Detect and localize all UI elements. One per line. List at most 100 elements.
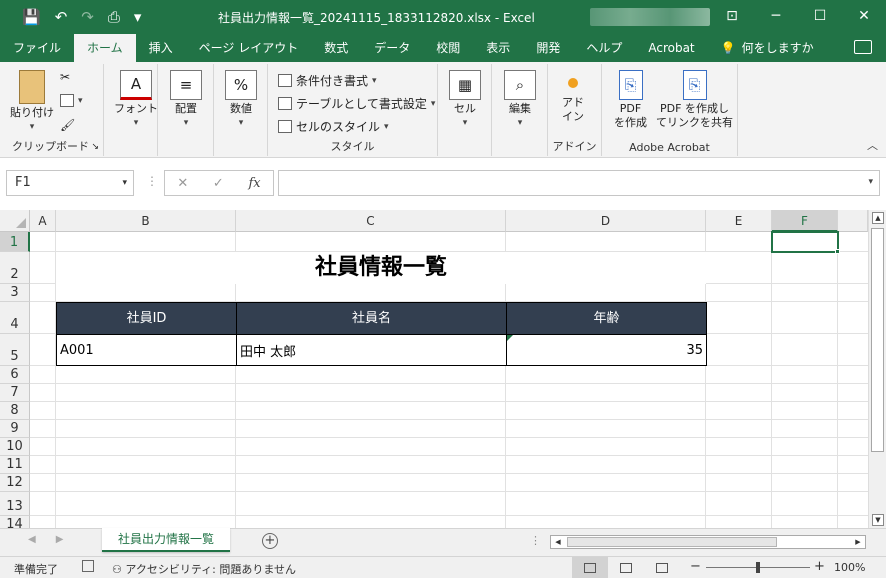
ribbon-display-options-icon[interactable]: ⊡: [710, 0, 754, 34]
normal-view-button[interactable]: [572, 557, 608, 578]
cut-button[interactable]: ✂: [60, 70, 70, 84]
tab-data[interactable]: データ: [361, 34, 423, 62]
page-break-preview-button[interactable]: [644, 557, 680, 578]
table-cell-employee-id[interactable]: A001: [56, 334, 237, 366]
tab-insert[interactable]: 挿入: [136, 34, 186, 62]
name-box[interactable]: F1 ▾: [6, 170, 134, 196]
macro-recording-icon[interactable]: [82, 560, 94, 572]
tab-review[interactable]: 校閲: [423, 34, 473, 62]
formula-input[interactable]: ▾: [278, 170, 880, 196]
redo-icon[interactable]: ↷: [81, 9, 94, 25]
fill-handle[interactable]: [835, 249, 840, 254]
tab-view[interactable]: 表示: [473, 34, 523, 62]
create-pdf-button[interactable]: ⎘ PDF を作成: [614, 70, 647, 130]
save-icon[interactable]: 💾: [22, 9, 41, 25]
tab-formulas[interactable]: 数式: [311, 34, 361, 62]
worksheet-grid[interactable]: A B C D E F 1 2 3 4 5 6 7 8 9 10 11 12 1…: [0, 210, 868, 528]
collapse-ribbon-icon[interactable]: ︿: [867, 137, 878, 153]
format-painter-button[interactable]: 🖌: [60, 118, 75, 132]
row-header-12[interactable]: 12: [0, 474, 30, 492]
column-header-d[interactable]: D: [506, 210, 706, 232]
column-header-g[interactable]: [838, 210, 868, 232]
expand-formula-bar-icon[interactable]: ▾: [868, 177, 873, 187]
row-header-7[interactable]: 7: [0, 384, 30, 402]
close-button[interactable]: ✕: [842, 0, 886, 34]
column-header-e[interactable]: E: [706, 210, 772, 232]
row-header-2[interactable]: 2: [0, 252, 30, 284]
sheet-tab-active[interactable]: 社員出力情報一覧: [102, 528, 230, 552]
row-header-9[interactable]: 9: [0, 420, 30, 438]
print-preview-icon[interactable]: ⎙: [108, 9, 120, 25]
comments-icon[interactable]: [854, 40, 872, 54]
column-header-f[interactable]: F: [772, 210, 838, 232]
vertical-scroll-thumb[interactable]: [871, 228, 884, 452]
row-header-5[interactable]: 5: [0, 334, 30, 366]
tab-page-layout[interactable]: ページ レイアウト: [186, 34, 312, 62]
zoom-in-button[interactable]: +: [814, 559, 825, 574]
sheet-title[interactable]: 社員情報一覧: [56, 252, 706, 284]
number-button[interactable]: % 数値 ▾: [225, 70, 257, 130]
format-as-table-button[interactable]: テーブルとして書式設定 ▾: [278, 95, 435, 112]
scroll-up-icon[interactable]: ▲: [872, 212, 884, 224]
next-sheet-icon[interactable]: ▶: [56, 534, 64, 545]
table-header-employee-id[interactable]: 社員ID: [56, 302, 237, 335]
cancel-icon[interactable]: ✕: [177, 176, 188, 191]
tell-me-search[interactable]: 💡 何をしますか: [708, 34, 827, 62]
customize-qat-icon[interactable]: ▾: [134, 9, 142, 25]
zoom-out-button[interactable]: −: [690, 559, 701, 574]
table-cell-employee-name[interactable]: 田中 太郎: [236, 334, 507, 366]
tab-home[interactable]: ホーム: [74, 34, 136, 62]
insert-function-icon[interactable]: fx: [248, 176, 260, 191]
formula-bar-splitter[interactable]: ⋮: [146, 174, 158, 188]
account-name-blurred[interactable]: [590, 8, 710, 26]
row-header-4[interactable]: 4: [0, 302, 30, 334]
zoom-level[interactable]: 100%: [834, 561, 865, 574]
dialog-launcher-icon[interactable]: ↘: [91, 142, 99, 152]
active-cell-f1[interactable]: [771, 231, 839, 253]
column-header-a[interactable]: A: [30, 210, 56, 232]
undo-icon[interactable]: ↶: [55, 9, 68, 25]
editing-button[interactable]: ⌕ 編集 ▾: [504, 70, 536, 130]
conditional-formatting-button[interactable]: 条件付き書式 ▾: [278, 72, 377, 89]
row-header-6[interactable]: 6: [0, 366, 30, 384]
row-header-11[interactable]: 11: [0, 456, 30, 474]
vertical-scrollbar[interactable]: ▲ ▼: [868, 210, 886, 528]
tab-help[interactable]: ヘルプ: [573, 34, 635, 62]
chevron-down-icon[interactable]: ▾: [122, 171, 127, 195]
scroll-left-icon[interactable]: ◀: [551, 536, 565, 548]
add-sheet-icon[interactable]: +: [262, 533, 278, 549]
cells-button[interactable]: ▦ セル ▾: [449, 70, 481, 130]
enter-icon[interactable]: ✓: [213, 176, 224, 191]
zoom-slider-knob[interactable]: [756, 562, 760, 573]
row-header-1[interactable]: 1: [0, 232, 30, 252]
page-layout-view-button[interactable]: [608, 557, 644, 578]
table-header-age[interactable]: 年齢: [506, 302, 707, 335]
table-header-employee-name[interactable]: 社員名: [236, 302, 507, 335]
tab-file[interactable]: ファイル: [0, 34, 74, 62]
scroll-right-icon[interactable]: ▶: [851, 536, 865, 548]
cell-styles-button[interactable]: セルのスタイル ▾: [278, 118, 389, 135]
tab-developer[interactable]: 開発: [523, 34, 573, 62]
addins-button[interactable]: アド イン: [562, 78, 584, 124]
create-pdf-share-link-button[interactable]: ⎘ PDF を作成し てリンクを共有: [656, 70, 733, 130]
horizontal-scrollbar[interactable]: ◀ ▶: [550, 535, 866, 549]
row-header-14[interactable]: 14: [0, 516, 30, 528]
prev-sheet-icon[interactable]: ◀: [28, 534, 36, 545]
row-header-8[interactable]: 8: [0, 402, 30, 420]
tab-split-handle[interactable]: ⋮: [530, 534, 541, 547]
accessibility-status[interactable]: ⚇ アクセシビリティ: 問題ありません: [112, 561, 296, 577]
table-cell-age[interactable]: 35: [506, 334, 707, 366]
horizontal-scroll-thumb[interactable]: [567, 537, 777, 547]
scroll-down-icon[interactable]: ▼: [872, 514, 884, 526]
tab-acrobat[interactable]: Acrobat: [635, 34, 707, 62]
select-all-button[interactable]: [0, 210, 30, 232]
copy-button[interactable]: ▾: [60, 94, 83, 107]
alignment-button[interactable]: ≡ 配置 ▾: [170, 70, 202, 130]
row-header-13[interactable]: 13: [0, 492, 30, 516]
row-header-3[interactable]: 3: [0, 284, 30, 302]
minimize-button[interactable]: ─: [754, 0, 798, 34]
font-button[interactable]: A フォント ▾: [114, 70, 158, 130]
column-header-b[interactable]: B: [56, 210, 236, 232]
row-header-10[interactable]: 10: [0, 438, 30, 456]
paste-button[interactable]: 貼り付け ▾: [10, 70, 54, 134]
